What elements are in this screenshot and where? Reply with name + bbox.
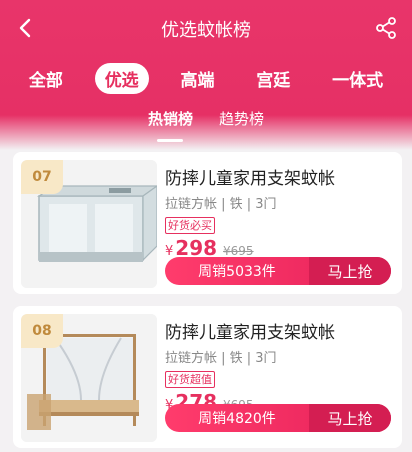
grab-now-button[interactable]: 马上抢 <box>309 404 391 432</box>
tab-featured[interactable]: 优选 <box>94 62 149 94</box>
tab-trending[interactable]: 趋势榜 <box>219 108 264 136</box>
rank-badge: 07 <box>21 160 63 194</box>
tab-hot-sales[interactable]: 热销榜 <box>148 108 193 136</box>
currency-symbol: ¥ <box>165 244 174 259</box>
product-spec: 拉链方帐 | 铁 | 3门 <box>165 351 277 366</box>
top-bar: 优选蚊帐榜 <box>0 0 412 56</box>
product-name[interactable]: 防摔儿童家用支架蚊帐 <box>165 318 391 343</box>
rank-badge: 08 <box>21 314 63 348</box>
category-tabs: 全部 优选 高端 宫廷 一体式 <box>0 62 412 94</box>
weekly-sales: 周销4820件 <box>198 411 276 427</box>
product-info: 防摔儿童家用支架蚊帐 拉链方帐 | 铁 | 3门 好货必买 ¥ 298 ¥695 <box>165 164 391 260</box>
product-card[interactable]: 08 防摔儿童家用支架蚊帐 拉链方帐 | 铁 | 3门 好货超值 ¥ 278 ¥… <box>13 306 402 448</box>
tab-palace[interactable]: 宫廷 <box>246 63 300 94</box>
tab-premium[interactable]: 高端 <box>170 63 224 94</box>
ranking-subtabs: 热销榜 趋势榜 <box>0 108 412 136</box>
promo-badge: 好货超值 <box>165 371 215 388</box>
product-image[interactable]: 08 <box>21 314 157 442</box>
buy-button[interactable]: 周销4820件 马上抢 <box>165 404 391 432</box>
tab-all[interactable]: 全部 <box>19 63 73 94</box>
page-title: 优选蚊帐榜 <box>161 20 251 41</box>
product-spec: 拉链方帐 | 铁 | 3门 <box>165 197 277 212</box>
grab-now-button[interactable]: 马上抢 <box>309 257 391 285</box>
product-name[interactable]: 防摔儿童家用支架蚊帐 <box>165 164 391 189</box>
weekly-sales: 周销5033件 <box>198 264 276 280</box>
tab-all-in-one[interactable]: 一体式 <box>322 63 393 94</box>
product-image[interactable]: 07 <box>21 160 157 288</box>
buy-button[interactable]: 周销5033件 马上抢 <box>165 257 391 285</box>
promo-badge: 好货必买 <box>165 217 215 234</box>
product-card[interactable]: 07 防摔儿童家用支架蚊帐 拉链方帐 | 铁 | 3门 好货必买 ¥ 298 ¥… <box>13 152 402 294</box>
share-icon[interactable] <box>374 16 398 40</box>
original-price: ¥695 <box>223 244 254 258</box>
product-info: 防摔儿童家用支架蚊帐 拉链方帐 | 铁 | 3门 好货超值 ¥ 278 ¥695 <box>165 318 391 414</box>
